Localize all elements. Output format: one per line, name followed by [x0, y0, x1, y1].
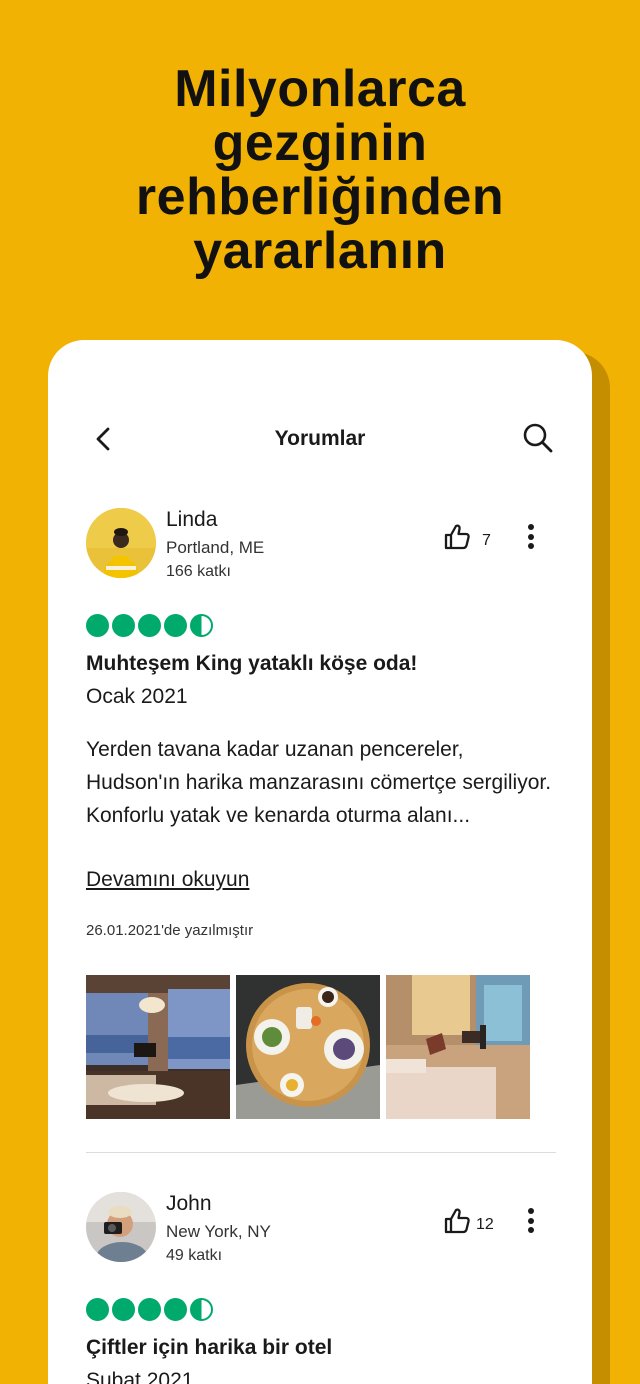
rating-bubbles — [86, 614, 213, 637]
headline-line-4: yararlanın — [193, 222, 447, 280]
review-card: Linda Portland, ME 166 katkı 7 Muhteşem … — [86, 508, 556, 1148]
review-title[interactable]: Muhteşem King yataklı köşe oda! — [86, 652, 417, 676]
rating-bubble-full — [112, 1298, 135, 1321]
review-title[interactable]: Çiftler için harika bir otel — [86, 1336, 332, 1360]
avatar[interactable] — [86, 1192, 156, 1262]
review-card: John New York, NY 49 katkı 12 Çiftler iç… — [86, 1192, 556, 1384]
rating-bubbles — [86, 1298, 213, 1321]
avatar-image — [86, 1192, 156, 1262]
helpful-button[interactable] — [442, 1206, 472, 1236]
review-date: Ocak 2021 — [86, 685, 188, 708]
review-date: Şubat 2021 — [86, 1369, 194, 1384]
more-options-button[interactable] — [522, 1208, 540, 1238]
helpful-button[interactable] — [442, 522, 472, 552]
more-options-button[interactable] — [522, 524, 540, 554]
headline-line-3: rehberliğinden — [135, 168, 505, 226]
rating-bubble-full — [86, 1298, 109, 1321]
thumbs-up-icon — [444, 524, 470, 550]
review-divider — [86, 1152, 556, 1153]
rating-bubble-full — [138, 1298, 161, 1321]
more-vertical-icon — [522, 524, 540, 549]
reviewer-contributions: 166 katkı — [166, 563, 231, 580]
reviewer-name[interactable]: Linda — [166, 508, 217, 532]
search-button[interactable] — [520, 420, 556, 456]
headline: Milyonlarca gezginin rehberliğinden yara… — [0, 62, 640, 278]
hotel-room-river-view-photo[interactable] — [86, 975, 230, 1119]
headline-line-1: Milyonlarca — [174, 60, 466, 118]
reviewer-contributions: 49 katkı — [166, 1247, 223, 1264]
rating-bubble-full — [164, 1298, 187, 1321]
breakfast-table-photo[interactable] — [236, 975, 380, 1119]
reviewer-location: Portland, ME — [166, 538, 265, 557]
avatar-image — [86, 508, 156, 578]
review-body: Yerden tavana kadar uzanan pencereler, H… — [86, 738, 552, 827]
thumbs-up-icon — [444, 1208, 470, 1234]
helpful-count: 7 — [482, 532, 491, 549]
rating-bubble-half — [190, 614, 213, 637]
avatar[interactable] — [86, 508, 156, 578]
rating-bubble-full — [112, 614, 135, 637]
review-written-date: 26.01.2021'de yazılmıştır — [86, 922, 254, 939]
page-title: Yorumlar — [274, 427, 366, 450]
top-bar: Yorumlar — [48, 414, 592, 464]
rating-bubble-full — [138, 614, 161, 637]
reviewer-name[interactable]: John — [166, 1192, 212, 1216]
more-vertical-icon — [522, 1208, 540, 1233]
rating-bubble-full — [86, 614, 109, 637]
phone-card: Yorumlar Linda Portland, ME 166 katkı 7 … — [48, 340, 592, 1384]
search-icon — [523, 423, 553, 453]
helpful-count: 12 — [476, 1216, 494, 1233]
headline-line-2: gezginin — [212, 114, 428, 172]
rating-bubble-half — [190, 1298, 213, 1321]
hotel-room-bed-photo[interactable] — [386, 975, 530, 1119]
rating-bubble-full — [164, 614, 187, 637]
review-photos — [86, 975, 530, 1119]
read-more-link[interactable]: Devamını okuyun — [86, 868, 249, 892]
reviewer-location: New York, NY — [166, 1222, 271, 1241]
